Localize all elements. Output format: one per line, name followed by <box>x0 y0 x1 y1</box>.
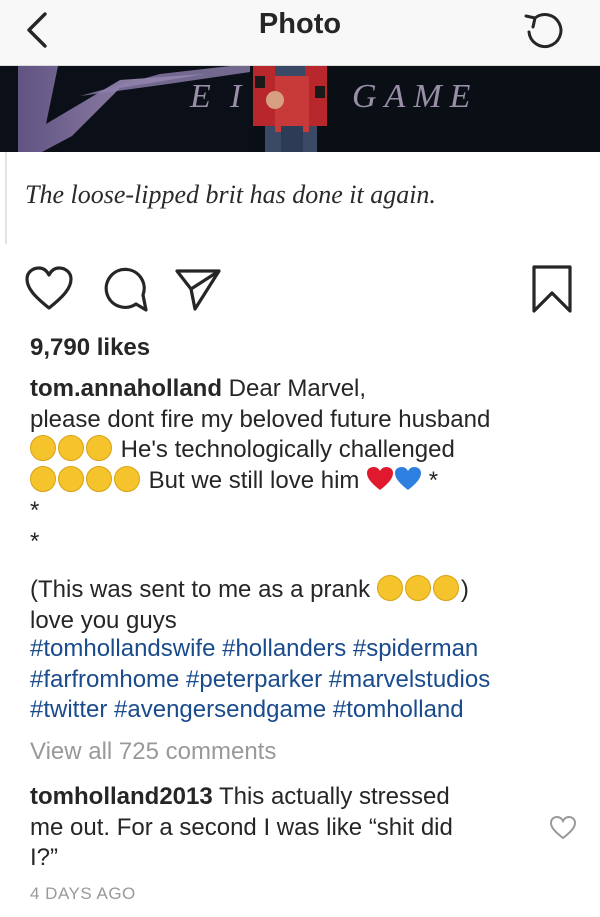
grimacing-face-emoji-icon <box>30 465 56 492</box>
comment: tomholland2013 This actually stressed me… <box>30 782 540 874</box>
comment-text: I?” <box>30 844 59 871</box>
logo-letter: E <box>190 78 219 115</box>
refresh-icon[interactable] <box>520 6 568 54</box>
quote-text: The loose-lipped brit has done it again. <box>25 180 436 209</box>
post-image[interactable]: E I GAME <box>0 66 600 152</box>
caption-text: (This was sent to me as a prank <box>30 576 371 603</box>
hashtags: #tomhollandswife #hollanders #spiderman … <box>30 634 590 726</box>
caption-text: But we still love him <box>142 466 360 494</box>
comment-username[interactable]: tomholland2013 <box>30 783 213 810</box>
tears-of-joy-emoji-icon <box>404 575 431 601</box>
blue-heart-emoji-icon <box>395 466 422 490</box>
caption-text: * <box>30 527 40 555</box>
hashtag-line[interactable]: #twitter #avengersendgame #tomholland <box>30 695 590 726</box>
logo-letter: I <box>230 78 250 115</box>
spiderman-figure <box>253 66 327 152</box>
caption-line: (This was sent to me as a prank ) <box>30 575 590 606</box>
caption-text: * <box>30 497 40 524</box>
caption-text: love you guys <box>30 606 177 634</box>
crying-face-emoji-icon <box>86 435 112 461</box>
caption-text: * <box>422 466 439 494</box>
caption-line: tom.annaholland Dear Marvel, <box>30 374 590 405</box>
view-all-comments-link[interactable]: View all 725 comments <box>30 738 276 766</box>
quote-card: The loose-lipped brit has done it again. <box>0 152 600 244</box>
shushing-face-emoji-icon <box>86 465 112 492</box>
top-nav-bar: Photo <box>0 0 600 66</box>
red-heart-emoji-icon <box>367 466 394 490</box>
caption: tom.annaholland Dear Marvel, please dont… <box>30 374 590 636</box>
share-icon[interactable] <box>174 268 222 312</box>
comment-like-heart-icon[interactable] <box>549 815 577 841</box>
caption-line: He's technologically challenged <box>30 435 590 466</box>
bookmark-icon[interactable] <box>531 264 573 314</box>
logo-letter: GAME <box>352 78 479 115</box>
caption-text: Dear Marvel, <box>222 375 367 402</box>
caption-username[interactable]: tom.annaholland <box>30 375 222 402</box>
caption-text: please dont fire my beloved future husba… <box>30 405 491 433</box>
comment-text: me out. For a second I was like “shit di… <box>30 813 453 841</box>
hashtag-line[interactable]: #tomhollandswife #hollanders #spiderman <box>30 634 590 665</box>
caption-text: ) <box>460 576 469 603</box>
grimacing-face-emoji-icon <box>58 465 84 492</box>
heart-icon[interactable] <box>24 266 74 312</box>
crying-face-emoji-icon <box>30 435 56 461</box>
likes-count[interactable]: 9,790 likes <box>30 334 150 362</box>
comment-line: tomholland2013 This actually stressed <box>30 782 540 813</box>
post-actions <box>0 262 600 318</box>
comment-text: This actually stressed <box>212 783 450 810</box>
page-title: Photo <box>258 8 342 40</box>
caption-text: He's technologically challenged <box>114 436 455 463</box>
divider <box>5 152 7 244</box>
caption-line: But we still love him * <box>30 465 590 497</box>
hashtag-line[interactable]: #farfromhome #peterparker #marvelstudios <box>30 665 590 696</box>
post-timestamp: 4 DAYS AGO <box>30 884 136 903</box>
tears-of-joy-emoji-icon <box>432 575 459 601</box>
crying-face-emoji-icon <box>58 435 84 461</box>
comment-icon[interactable] <box>100 266 148 314</box>
shushing-face-emoji-icon <box>114 465 140 492</box>
tears-of-joy-emoji-icon <box>376 575 403 601</box>
